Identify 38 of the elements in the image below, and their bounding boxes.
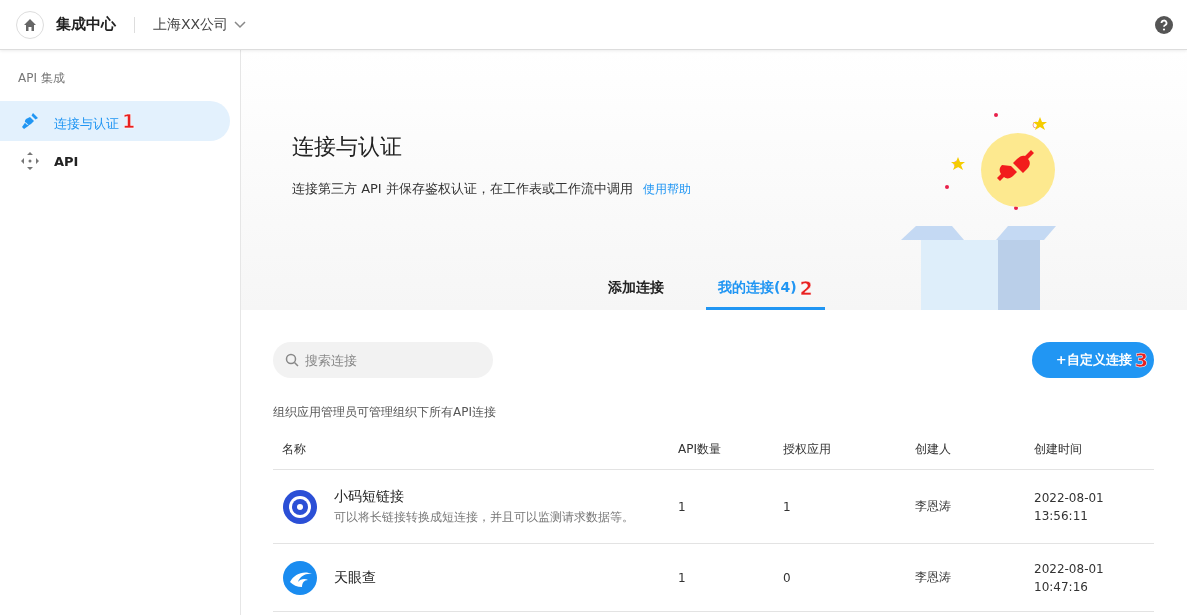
- help-icon[interactable]: [1155, 15, 1173, 34]
- sidebar-item[interactable]: 连接与认证 1: [0, 101, 230, 141]
- search-field[interactable]: 搜索连接: [273, 342, 493, 378]
- app-count-cell-text: 1: [783, 499, 792, 514]
- company-dropdown[interactable]: 上海XX公司: [153, 15, 247, 34]
- home-button[interactable]: [16, 10, 44, 39]
- column-header: 授权应用: [783, 440, 832, 458]
- column-header: API数量: [678, 440, 722, 458]
- creator-cell-text: 李恩涛: [915, 498, 952, 515]
- connection-name[interactable]: 小码短链接: [334, 487, 634, 506]
- page-title: 连接与认证: [292, 133, 403, 161]
- connection-description: 可以将长链接转换成短连接，并且可以监测请求数据等。: [334, 508, 634, 526]
- connection-name[interactable]: 天眼查: [334, 568, 376, 587]
- move-icon: [20, 151, 40, 171]
- home-icon: [23, 17, 37, 32]
- sidebar-item[interactable]: API: [0, 141, 230, 181]
- column-header: 创建人: [915, 440, 952, 458]
- annotation-number: 3: [1134, 349, 1148, 371]
- column-header: 名称: [282, 440, 307, 458]
- page-description: 连接第三方 API 并保存鉴权认证，在工作表或工作流中调用: [292, 180, 633, 198]
- api-count-cell-text: 1: [678, 499, 687, 514]
- chevron-down-icon: [234, 20, 247, 29]
- tab[interactable]: 添加连接: [596, 268, 676, 310]
- created-time-cell-text: 2022-08-01 10:47:16: [1034, 560, 1105, 596]
- plug-icon: [20, 111, 40, 131]
- admin-note: 组织应用管理员可管理组织下所有API连接: [273, 404, 497, 421]
- api-count-cell-text: 1: [678, 570, 687, 585]
- search-icon: [285, 353, 299, 367]
- annotation-number: 2: [799, 276, 813, 299]
- column-header: 创建时间: [1034, 440, 1083, 458]
- app-count-cell-text: 0: [783, 570, 792, 585]
- sidebar-section-title: API 集成: [17, 70, 66, 87]
- annotation-number: 1: [122, 109, 136, 132]
- swirl-logo-icon: [282, 559, 318, 596]
- created-time-cell-text: 2022-08-01 13:56:11: [1034, 489, 1105, 525]
- creator-cell-text: 李恩涛: [915, 569, 952, 586]
- ring-logo-icon: [282, 488, 318, 525]
- app-title: 集成中心: [56, 15, 116, 34]
